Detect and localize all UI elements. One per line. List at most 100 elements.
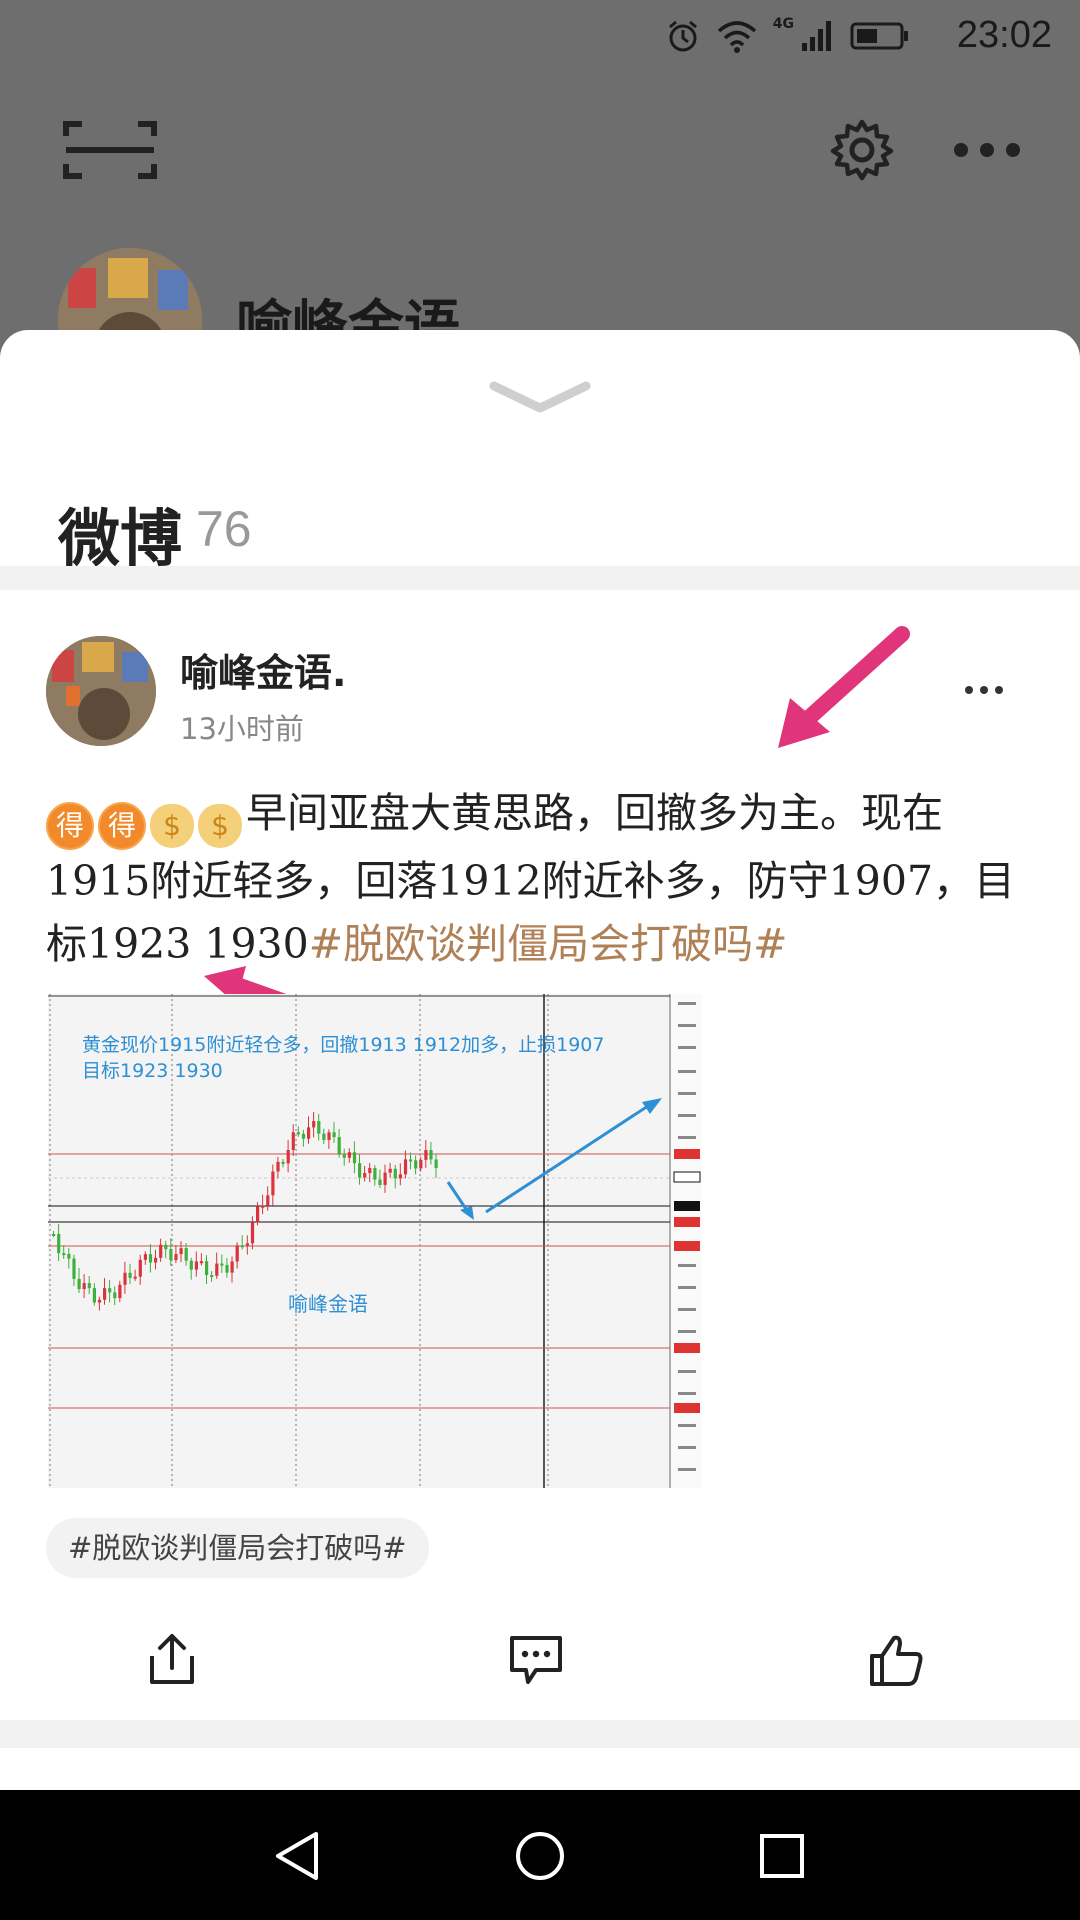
candle-body [271,1171,275,1196]
candle-body [189,1260,193,1270]
post-more-button[interactable] [964,682,1004,696]
gear-icon [830,119,894,181]
topic-chip[interactable]: #脱欧谈判僵局会打破吗# [46,1518,429,1578]
battery-icon [850,22,908,50]
candle-body [225,1264,229,1273]
candle-body [322,1133,326,1140]
section-divider [0,1720,1080,1748]
de-emoji-icon: 得 [46,802,94,850]
network-type-label: 4G [772,16,794,32]
more-icon [965,686,1003,694]
candle-body [276,1161,280,1172]
candle-body [245,1243,249,1246]
candle-body [205,1261,209,1276]
candle-body [307,1127,311,1139]
candle-body [363,1173,367,1178]
candle-body [62,1253,66,1256]
candle-body [398,1174,402,1179]
nav-home-button[interactable] [512,1828,568,1884]
candle-body [97,1299,102,1303]
share-button[interactable] [142,1630,202,1690]
nav-back-button[interactable] [270,1828,326,1884]
candle-body [378,1179,382,1185]
candle-body [383,1172,387,1185]
candle-body [184,1248,188,1261]
candle-body [220,1263,224,1266]
candle-body [159,1244,163,1258]
back-icon [276,1832,318,1880]
candle-body [87,1283,91,1289]
candle-body [409,1159,413,1162]
candle-body [388,1168,392,1173]
more-icon [954,143,1020,157]
candle-body [352,1152,357,1164]
candle-body [199,1261,204,1264]
like-button[interactable] [866,1630,926,1690]
candle-body [296,1132,300,1135]
candle-body [317,1121,321,1134]
post-image[interactable]: 黄金现价1915附近轻仓多，回撤1913 1912加多，止损1907 目标192… [48,994,702,1488]
candle-body [424,1149,428,1160]
candle-body [123,1272,127,1285]
candle-body [286,1150,290,1164]
pink-arrow-icon [778,626,910,748]
candle-body [103,1288,107,1300]
sheet-collapse-handle[interactable] [488,378,592,418]
settings-button[interactable] [830,118,894,182]
money-bag-emoji-icon: $ [150,804,194,848]
candle-body [174,1254,178,1261]
candle-body [291,1132,295,1151]
candle-body [154,1257,158,1263]
candle-body [138,1259,142,1277]
candle-body [250,1222,255,1244]
candle-body [57,1234,61,1254]
candle-body [210,1275,214,1278]
post-author-avatar[interactable] [46,636,156,746]
status-time: 23:02 [956,14,1052,56]
candle-body [301,1133,306,1139]
signal-icon [802,21,831,51]
candle-body [414,1160,418,1169]
candle-body [52,1234,56,1236]
post-timestamp: 13小时前 [180,712,304,746]
candle-body [347,1152,351,1158]
candle-body [240,1245,244,1248]
candle-body [434,1159,438,1168]
candle-body [113,1292,117,1299]
candle-body [230,1261,234,1273]
recents-icon [760,1834,804,1878]
candle-body [266,1195,270,1206]
share-icon [150,1634,194,1684]
candle-body [327,1132,331,1140]
comment-button[interactable] [506,1630,566,1690]
section-divider [0,566,1080,590]
candle-body [261,1205,265,1208]
more-button[interactable] [952,138,1022,162]
candle-body [72,1258,76,1279]
post-count: 76 [196,501,252,557]
sheet-title: 微博 [58,502,183,575]
candle-body [358,1163,362,1178]
scan-button[interactable] [62,118,158,182]
candle-body [82,1283,86,1289]
candle-body [67,1253,71,1259]
candle-body [256,1206,260,1223]
avatar-image [46,636,156,746]
wifi-icon [717,21,756,53]
nav-recents-button[interactable] [754,1828,810,1884]
candle-body [368,1167,372,1174]
money-bag-emoji-icon: $ [198,804,242,848]
candle-body [419,1159,423,1169]
candle-body [108,1288,112,1293]
alarm-icon [668,20,697,52]
post-hashtag-link[interactable]: #脱欧谈判僵局会打破吗# [309,920,788,968]
candle-body [332,1132,336,1138]
candle-body [342,1154,346,1158]
candle-body [215,1263,219,1276]
candle-body [128,1272,132,1278]
candle-body [143,1254,147,1260]
post-author-name[interactable]: 喻峰金语. [180,642,346,697]
chart-annotation-line2: 目标1923 1930 [82,1060,223,1082]
candle-body [281,1161,285,1164]
candle-body [164,1244,168,1250]
